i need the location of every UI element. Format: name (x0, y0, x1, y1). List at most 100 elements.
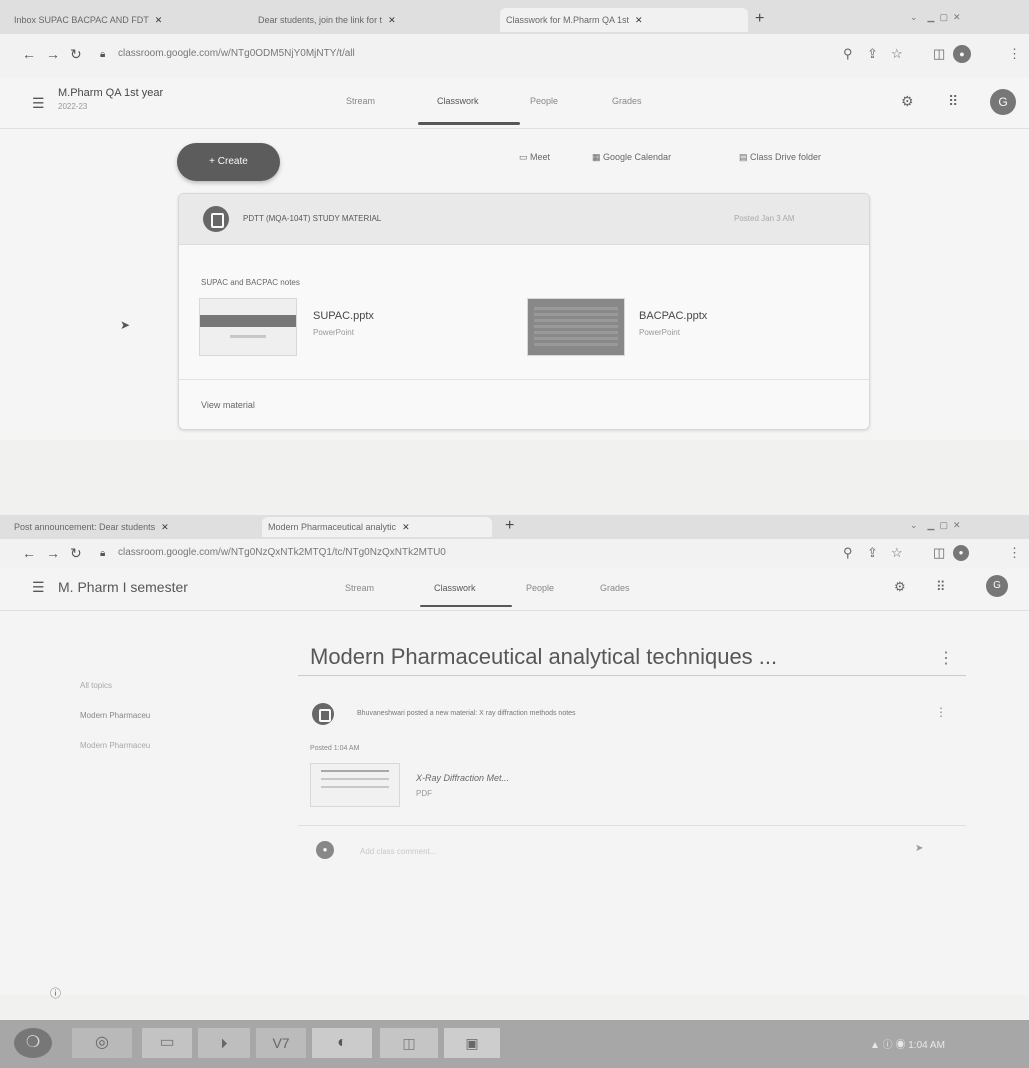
class-title[interactable]: M. Pharm I semester (58, 579, 188, 595)
attachment-bacpac[interactable]: BACPAC.pptx PowerPoint (527, 298, 827, 356)
system-tray[interactable]: ▲ ⓘ ◉ 1:04 AM (870, 1036, 945, 1051)
search-icon[interactable]: ⚲ (843, 545, 853, 561)
apps-icon[interactable]: ⠿ (948, 93, 958, 110)
more-icon[interactable]: ⋮ (1008, 46, 1021, 62)
close-icon[interactable]: ✕ (388, 15, 396, 25)
forward-icon[interactable]: → (46, 545, 60, 561)
attachment-supac[interactable]: SUPAC.pptx PowerPoint (199, 298, 499, 356)
profile-avatar[interactable]: ● (953, 45, 971, 63)
material-icon (312, 703, 334, 725)
topic-item[interactable]: Modern Pharmaceu (80, 711, 150, 720)
lock-icon: 🔒︎ (100, 49, 106, 60)
meet-link[interactable]: ▭ Meet (519, 152, 550, 163)
forward-icon[interactable]: → (46, 46, 60, 62)
menu-icon[interactable]: ☰ (32, 579, 45, 596)
active-tab-indicator (420, 605, 512, 607)
create-button[interactable]: + Create (177, 143, 280, 181)
send-icon[interactable]: ➤ (915, 843, 923, 854)
more-icon[interactable]: ⋮ (938, 648, 954, 668)
classroom-header: ☰ M. Pharm I semester Stream Classwork P… (0, 569, 1029, 609)
taskbar-app[interactable]: V7 (256, 1028, 306, 1058)
browser-tab[interactable]: Dear students, join the link for t ✕ (258, 8, 483, 32)
window-controls[interactable]: ⌄ ▁ ▢ ✕ (910, 12, 961, 23)
divider (298, 825, 966, 826)
material-icon (203, 206, 229, 232)
taskbar: ❍ ◎ ▭ ⏵ V7 ◐ ◫ ▣ ▲ ⓘ ◉ 1:04 AM (0, 1020, 1029, 1068)
attachment-thumbnail (310, 763, 400, 807)
posted-label: Posted 1:04 AM (310, 745, 360, 752)
view-material-link[interactable]: View material (201, 400, 255, 410)
back-icon[interactable]: ← (22, 545, 36, 561)
browser-tab[interactable]: Inbox SUPAC BACPAC AND FDT ✕ (14, 8, 229, 32)
tab-classwork[interactable]: Classwork (434, 583, 476, 593)
browser-tab-active[interactable]: Classwork for M.Pharm QA 1st ✕ (500, 8, 748, 32)
taskbar-app[interactable]: ▣ (444, 1028, 500, 1058)
close-icon[interactable]: ✕ (155, 15, 163, 25)
help-icon[interactable]: ⓘ (50, 985, 61, 1001)
menu-icon[interactable]: ☰ (32, 95, 45, 112)
start-button[interactable]: ❍ (14, 1028, 52, 1058)
star-icon[interactable]: ☆ (891, 545, 903, 561)
taskbar-explorer[interactable]: ▭ (142, 1028, 192, 1058)
close-icon[interactable]: ✕ (402, 522, 410, 532)
material-title: PDTT (MQA-104T) STUDY MATERIAL (243, 214, 382, 223)
share-icon[interactable]: ⇪ (867, 46, 878, 62)
close-icon[interactable]: ✕ (635, 15, 643, 25)
tab-stream[interactable]: Stream (345, 583, 374, 593)
browser-tab-active[interactable]: Modern Pharmaceutical analytic ✕ (262, 517, 492, 537)
apps-icon[interactable]: ⠿ (936, 579, 946, 595)
account-avatar[interactable]: G (986, 575, 1008, 597)
tab-people[interactable]: People (530, 96, 558, 106)
comment-input[interactable]: Add class comment... (360, 847, 436, 856)
refresh-icon[interactable]: ↻ (70, 46, 82, 63)
taskbar-app[interactable]: ◫ (380, 1028, 438, 1058)
browser-tab[interactable]: Post announcement: Dear students ✕ (14, 517, 246, 537)
close-icon[interactable]: ✕ (161, 522, 169, 532)
class-title[interactable]: M.Pharm QA 1st year (58, 87, 163, 99)
more-icon[interactable]: ⋮ (1008, 545, 1021, 561)
attachment-xrd[interactable]: X-Ray Diffraction Met... PDF (310, 763, 610, 807)
sidepanel-icon[interactable]: ◫ (933, 545, 945, 561)
lock-icon: 🔒︎ (100, 548, 106, 559)
post-text[interactable]: Bhuvaneshwari posted a new material: X r… (357, 710, 576, 717)
topic-all[interactable]: All topics (80, 681, 112, 690)
attachment-type: PDF (416, 789, 432, 798)
taskbar-browser[interactable]: ◎ (72, 1028, 132, 1058)
tab-grades[interactable]: Grades (612, 96, 642, 106)
tab-classwork[interactable]: Classwork (437, 96, 479, 106)
new-tab-button[interactable]: + (755, 8, 764, 30)
back-icon[interactable]: ← (22, 46, 36, 62)
settings-icon[interactable]: ⚙ (894, 579, 906, 595)
material-card-header[interactable]: PDTT (MQA-104T) STUDY MATERIAL Posted Ja… (179, 194, 869, 245)
search-icon[interactable]: ⚲ (843, 46, 853, 62)
taskbar-chrome[interactable]: ◐ (312, 1028, 372, 1058)
url-field[interactable]: classroom.google.com/w/NTg0ODM5NjY0MjNTY… (118, 48, 355, 59)
window-controls[interactable]: ⌄ ▁ ▢ ✕ (910, 520, 961, 531)
browser-tab-bar: Inbox SUPAC BACPAC AND FDT ✕ Dear student… (0, 0, 1029, 34)
settings-icon[interactable]: ⚙ (901, 93, 914, 110)
share-icon[interactable]: ⇪ (867, 545, 878, 561)
url-field[interactable]: classroom.google.com/w/NTg0NzQxNTk2MTQ1/… (118, 547, 446, 558)
address-bar-row: ← → ↻ 🔒︎ classroom.google.com/w/NTg0NzQx… (0, 539, 1029, 569)
topic-title: Modern Pharmaceutical analytical techniq… (310, 644, 778, 669)
star-icon[interactable]: ☆ (891, 46, 903, 62)
more-icon[interactable]: ⋮ (935, 705, 947, 719)
new-tab-button[interactable]: + (505, 515, 514, 537)
tab-stream[interactable]: Stream (346, 96, 375, 106)
tab-grades[interactable]: Grades (600, 583, 630, 593)
refresh-icon[interactable]: ↻ (70, 545, 82, 562)
divider (179, 379, 869, 380)
attachment-name: SUPAC.pptx (313, 310, 374, 322)
account-avatar[interactable]: G (990, 89, 1016, 115)
attachment-thumbnail (199, 298, 297, 356)
calendar-link[interactable]: ▦ Google Calendar (592, 152, 671, 163)
active-tab-indicator (418, 122, 520, 125)
taskbar-media[interactable]: ⏵ (198, 1028, 250, 1058)
drive-folder-link[interactable]: ▤ Class Drive folder (739, 152, 821, 163)
screenshot-2: Post announcement: Dear students ✕ Modern… (0, 515, 1029, 1000)
sidepanel-icon[interactable]: ◫ (933, 46, 945, 62)
profile-avatar[interactable]: ● (953, 545, 969, 561)
material-description: SUPAC and BACPAC notes (201, 278, 300, 287)
tab-people[interactable]: People (526, 583, 554, 593)
topic-item[interactable]: Modern Pharmaceu (80, 741, 150, 750)
